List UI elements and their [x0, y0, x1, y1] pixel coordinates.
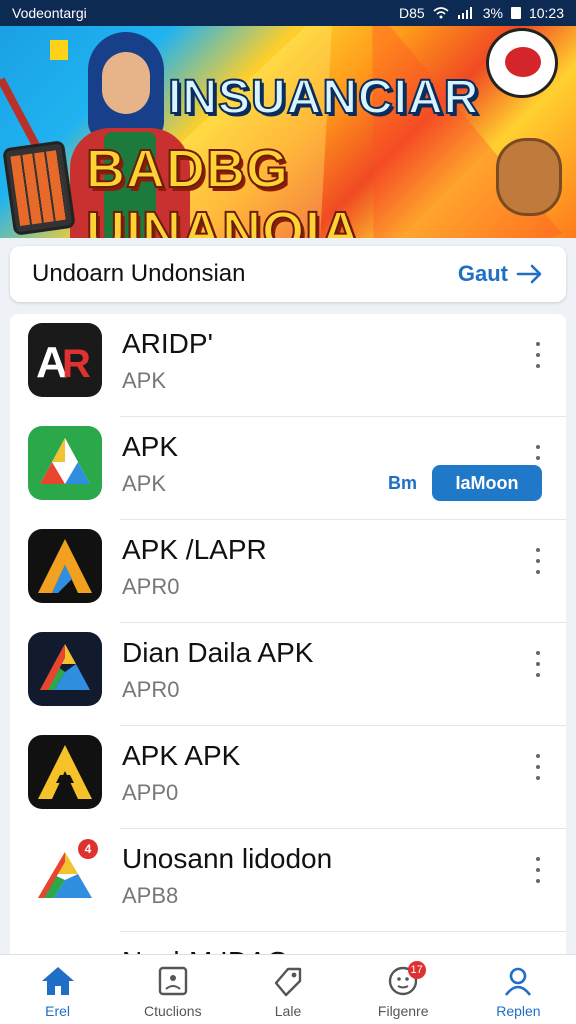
nav-item-collections[interactable]: Ctuclions: [115, 955, 230, 1024]
app-name: APK /LAPR: [122, 534, 267, 565]
user-icon: [505, 967, 532, 996]
arrow-right-icon: [516, 264, 542, 284]
nav-label: Erel: [45, 1003, 71, 1019]
more-options-icon[interactable]: [528, 754, 548, 780]
banner-title-line2: BADBG UINANOIA: [85, 138, 361, 238]
more-options-icon[interactable]: [528, 342, 548, 368]
app-link-label[interactable]: Bm: [388, 473, 417, 494]
status-bar: Vodeontargi D85 3% 10:23: [0, 0, 576, 26]
bird-mascot-illustration: [486, 28, 558, 98]
list-item[interactable]: 4 Unosann lidodon APB8: [10, 829, 566, 932]
more-options-icon[interactable]: [528, 548, 548, 574]
nav-label: Replen: [496, 1003, 541, 1019]
app-icon-ar: AR: [28, 323, 102, 397]
app-name: APK: [122, 431, 179, 462]
app-icon-drive-dark: [28, 632, 102, 706]
list-item[interactable]: APK APK Bm IaMoon: [10, 417, 566, 520]
nav-label: Lale: [274, 1003, 302, 1019]
home-icon: [41, 967, 74, 995]
list-item[interactable]: NoabM IDAG: [10, 932, 566, 954]
app-name: NoabM IDAG: [122, 946, 289, 954]
signal-icon: [457, 7, 472, 19]
phone-illustration: [2, 140, 76, 236]
search-query-text: Undoarn Undonsian: [32, 260, 246, 287]
tag-icon: [274, 967, 302, 997]
app-icon-drive-green: [28, 426, 102, 500]
install-button[interactable]: IaMoon: [432, 465, 542, 501]
app-name: APK APK: [122, 740, 241, 771]
nav-item-home[interactable]: Erel: [0, 955, 115, 1024]
battery-icon: [510, 7, 521, 19]
app-subtitle: APR0: [122, 677, 180, 702]
list-item[interactable]: APK APK APP0: [10, 726, 566, 829]
nav-item-profile[interactable]: Replen: [461, 955, 576, 1024]
svg-text:R: R: [62, 342, 91, 386]
list-item[interactable]: Dian Daila APK APR0: [10, 623, 566, 726]
status-icons-text: D85: [399, 5, 425, 21]
square-face-icon: [158, 966, 187, 996]
carrier-label: Vodeontargi: [12, 5, 87, 21]
bottom-navigation: Erel Ctuclions Lale 17 Filgenre Replen: [0, 954, 576, 1024]
nav-item-tag[interactable]: Lale: [230, 955, 345, 1024]
go-button[interactable]: Gaut: [458, 261, 544, 287]
battery-percent: 3%: [482, 5, 503, 21]
app-subtitle: APB8: [122, 883, 179, 908]
list-item[interactable]: APK /LAPR APR0: [10, 520, 566, 623]
app-list: AR ARIDP' APK APK APK Bm IaMoon APK /LAP…: [10, 314, 566, 954]
app-name: ARIDP': [122, 328, 213, 359]
app-name: Unosann lidodon: [122, 843, 333, 874]
app-name: Dian Daila APK: [122, 637, 314, 668]
app-subtitle: APK: [122, 368, 167, 393]
wifi-icon: [433, 7, 449, 19]
nav-label: Ctuclions: [144, 1003, 202, 1019]
list-item[interactable]: AR ARIDP' APK: [10, 314, 566, 417]
app-subtitle: APP0: [122, 780, 179, 805]
search-card[interactable]: Undoarn Undonsian Gaut: [10, 246, 566, 302]
notification-badge: 4: [78, 839, 98, 859]
nav-label: Filgenre: [377, 1003, 429, 1019]
notification-badge: 17: [407, 961, 426, 979]
app-icon-a-yellow: [28, 735, 102, 809]
yellow-cube-decoration: [50, 40, 68, 60]
banner-title-line1: INSUANCIAR: [167, 70, 480, 125]
clock: 10:23: [528, 5, 564, 21]
app-subtitle: APK: [122, 471, 167, 496]
go-button-label: Gaut: [457, 261, 508, 286]
nav-item-notifications[interactable]: 17 Filgenre: [346, 955, 461, 1024]
app-subtitle: APR0: [122, 574, 180, 599]
more-options-icon[interactable]: [528, 857, 548, 883]
promo-banner[interactable]: INSUANCIAR BADBG UINANOIA: [0, 26, 576, 238]
app-icon-a-orange: [28, 529, 102, 603]
more-options-icon[interactable]: [528, 651, 548, 677]
